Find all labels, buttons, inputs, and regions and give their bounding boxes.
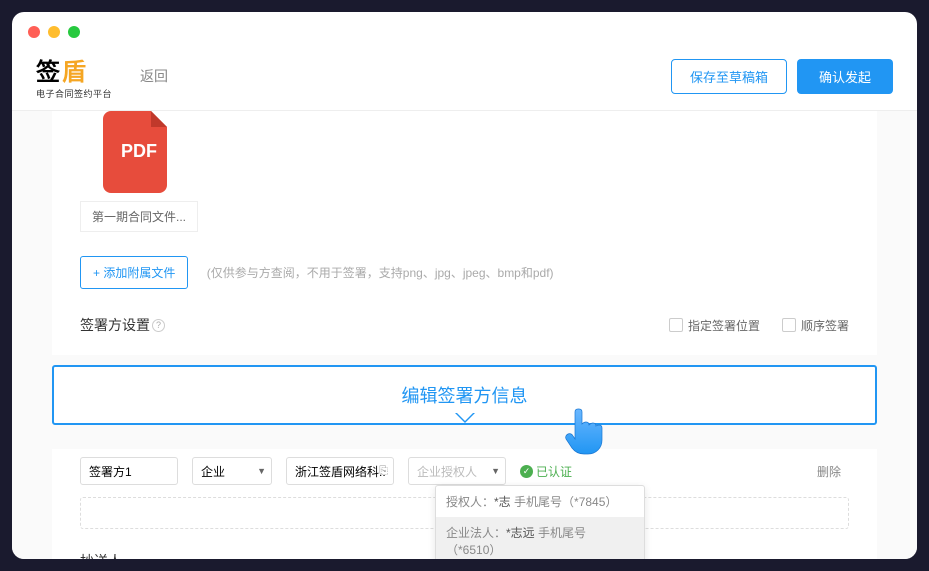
- signer-authorizer-select[interactable]: [408, 457, 506, 485]
- signer-name-input[interactable]: [80, 457, 178, 485]
- file-name: 第一期合同文件...: [80, 201, 198, 232]
- check-icon: ✓: [520, 465, 533, 478]
- logo-subtitle: 电子合同签约平台: [36, 87, 112, 100]
- sequential-sign-checkbox[interactable]: 顺序签署: [782, 317, 849, 334]
- signer-title: 签署方设置 ?: [80, 315, 165, 335]
- assign-position-checkbox[interactable]: 指定签署位置: [669, 317, 760, 334]
- edit-signer-info-button[interactable]: 编辑签署方信息: [52, 365, 877, 425]
- save-draft-button[interactable]: 保存至草稿箱: [671, 59, 787, 94]
- confirm-send-button[interactable]: 确认发起: [797, 59, 893, 94]
- close-window-icon[interactable]: [28, 26, 40, 38]
- signer-company-input[interactable]: [286, 457, 394, 485]
- header-actions: 保存至草稿箱 确认发起: [671, 59, 893, 94]
- pointer-cursor-icon: [564, 405, 604, 455]
- signer-type-select[interactable]: [192, 457, 272, 485]
- pdf-icon: PDF: [103, 111, 175, 193]
- verified-badge: ✓ 已认证: [520, 463, 572, 480]
- contact-icon: ⎘: [379, 465, 388, 478]
- add-attachment-button[interactable]: + 添加附属文件: [80, 256, 188, 289]
- panel2: ▼ ⎘ ▼ ✓ 已认证 删除 授权人：*志 手机尾号（*7845） 企业: [52, 449, 877, 559]
- traffic-lights: [12, 12, 917, 38]
- content: PDF 第一期合同文件... + 添加附属文件 (仅供参与方查阅，不用于签署，支…: [12, 111, 917, 559]
- dropdown-item[interactable]: 授权人：*志 手机尾号（*7845）: [436, 486, 644, 517]
- file-card[interactable]: PDF 第一期合同文件...: [80, 111, 198, 232]
- minimize-window-icon[interactable]: [48, 26, 60, 38]
- help-icon[interactable]: ?: [152, 319, 165, 332]
- delete-signer-button[interactable]: 删除: [817, 463, 841, 480]
- signer-section-header: 签署方设置 ? 指定签署位置 顺序签署: [80, 315, 849, 335]
- logo-title: 签盾: [36, 52, 112, 87]
- authorizer-dropdown: 授权人：*志 手机尾号（*7845） 企业法人：*志远 手机尾号（*6510） …: [435, 485, 645, 559]
- logo: 签盾 电子合同签约平台: [36, 52, 112, 100]
- window: 签盾 电子合同签约平台 返回 保存至草稿箱 确认发起 PDF 第一期合同文件..…: [12, 12, 917, 559]
- panel: PDF 第一期合同文件... + 添加附属文件 (仅供参与方查阅，不用于签署，支…: [52, 111, 877, 355]
- signer-options: 指定签署位置 顺序签署: [669, 317, 849, 334]
- back-link[interactable]: 返回: [140, 66, 168, 86]
- dropdown-item[interactable]: 企业法人：*志远 手机尾号（*6510）: [436, 517, 644, 559]
- attachment-hint: (仅供参与方查阅，不用于签署，支持png、jpg、jpeg、bmp和pdf): [207, 266, 554, 280]
- header: 签盾 电子合同签约平台 返回 保存至草稿箱 确认发起: [12, 38, 917, 111]
- maximize-window-icon[interactable]: [68, 26, 80, 38]
- svg-text:PDF: PDF: [121, 141, 157, 161]
